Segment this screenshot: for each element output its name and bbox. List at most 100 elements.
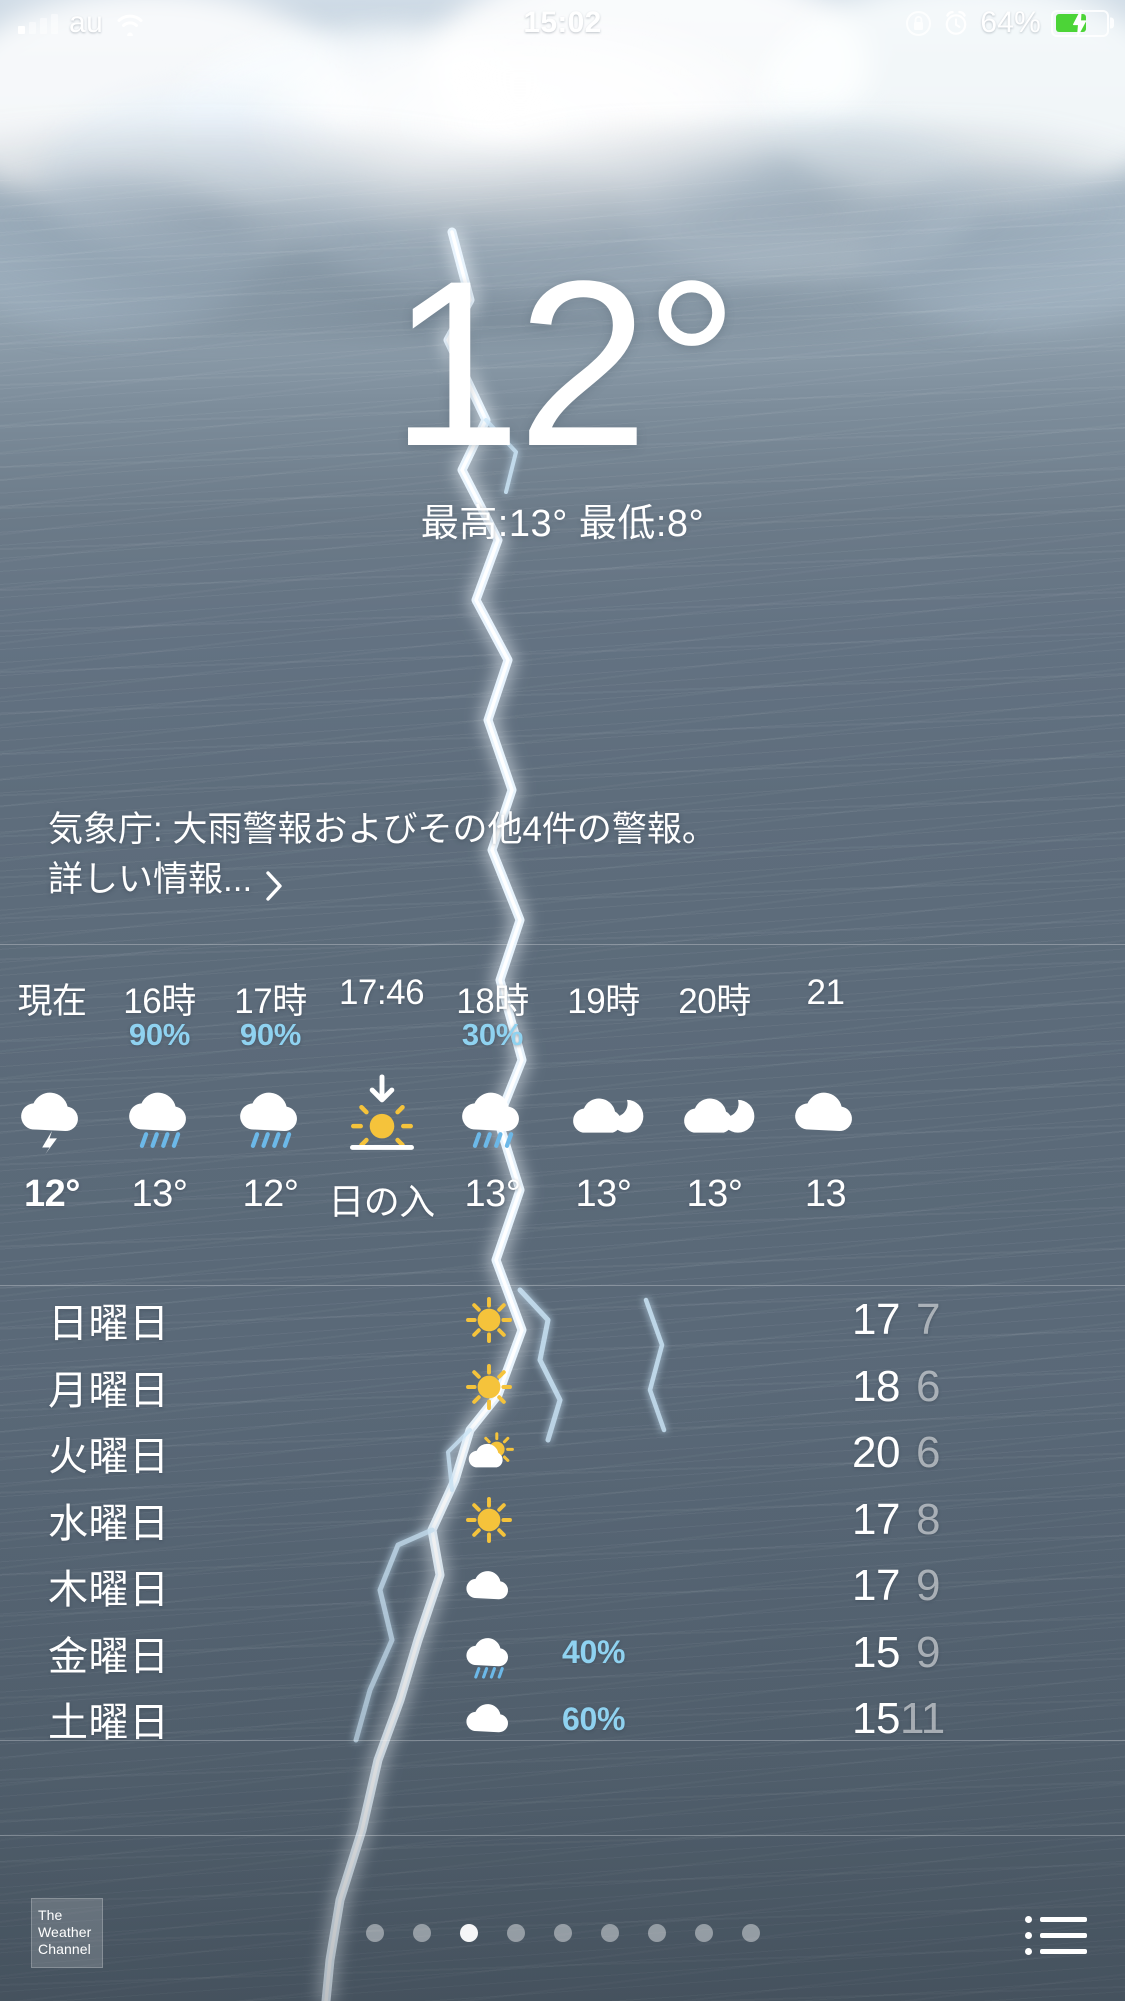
day-high-label: 15 — [852, 1694, 900, 1744]
sunny-icon — [430, 1357, 548, 1417]
daily-forecast-row[interactable]: 日曜日 17 7 — [0, 1287, 1125, 1354]
hourly-precip-label: 90% — [239, 1017, 302, 1052]
day-name-label: 日曜日 — [48, 1302, 170, 1347]
carrier-label: au — [69, 6, 104, 39]
day-low-label: 9 — [916, 1627, 940, 1677]
hourly-precip-label: 90% — [128, 1017, 191, 1052]
hourly-precip-label: 30% — [461, 1017, 524, 1052]
hourly-item[interactable]: 17時 90% 12° — [215, 944, 326, 1216]
hourly-temp-label: 12° — [24, 1173, 80, 1215]
divider — [0, 1835, 1125, 1836]
day-low-label: 9 — [916, 1561, 940, 1611]
hourly-temp-label: 13° — [686, 1173, 743, 1215]
hourly-item[interactable]: 20時 13° — [659, 944, 770, 1216]
alarm-clock-icon — [942, 9, 970, 37]
rain-icon — [437, 1059, 548, 1167]
high-low-label: 最高:13° 最低:8° — [420, 503, 705, 546]
day-high-label: 18 — [852, 1361, 900, 1411]
hourly-time-label: 19時 — [567, 982, 640, 1021]
cloud-icon — [430, 1556, 548, 1616]
daily-forecast-list[interactable]: 日曜日 17 7 月曜日 18 6 火曜日 20 6 水曜日 17 8 木曜日 17 9 金曜日 40% 15 9 土… — [0, 1287, 1125, 1745]
hourly-forecast-strip[interactable]: 現在 12° 16時 90% 13° 17時 90% 12° 17:46 日の入 18時 30% 13°… — [0, 944, 1125, 1285]
hourly-precip-label — [659, 1017, 770, 1059]
day-low-label: 11 — [900, 1694, 945, 1744]
hourly-item[interactable]: 現在 12° — [0, 944, 104, 1216]
day-high-label: 15 — [852, 1627, 900, 1677]
hourly-temp-label: 13° — [575, 1173, 632, 1215]
day-name-label: 金曜日 — [48, 1634, 170, 1679]
daily-forecast-row[interactable]: 月曜日 18 6 — [0, 1354, 1125, 1421]
hourly-item[interactable]: 17:46 日の入 — [326, 944, 437, 1225]
page-dot[interactable] — [459, 1924, 478, 1942]
hourly-precip-label — [0, 1017, 104, 1059]
alert-more-label: 詳しい情報... — [48, 859, 253, 899]
sunny-icon — [430, 1290, 548, 1350]
day-low-label: 6 — [916, 1361, 940, 1411]
sunset-icon — [326, 1059, 437, 1167]
divider — [0, 1285, 1125, 1286]
thunderstorm-icon — [0, 1059, 104, 1167]
day-name-label: 木曜日 — [48, 1568, 170, 1613]
hourly-item[interactable]: 19時 13° — [548, 944, 659, 1216]
page-dot[interactable] — [647, 1924, 666, 1942]
current-temperature: 12° — [390, 232, 739, 496]
status-bar: au 15:02 64% — [0, 0, 1125, 46]
hourly-temp-label: 12° — [242, 1173, 299, 1215]
hourly-item[interactable]: 16時 90% 13° — [104, 944, 215, 1216]
page-indicator[interactable] — [365, 1924, 760, 1942]
current-conditions: 12° 最高:13° 最低:8° — [0, 232, 1125, 547]
cloud-icon — [770, 1059, 881, 1167]
hourly-temp-label: 日の入 — [328, 1181, 435, 1222]
hourly-temp-label: 13 — [804, 1173, 847, 1215]
page-dot[interactable] — [412, 1924, 431, 1942]
weather-alert[interactable]: 気象庁: 大雨警報およびその他4件の警報。 詳しい情報... — [48, 805, 1085, 904]
page-dot[interactable] — [694, 1924, 713, 1942]
page-dot[interactable] — [741, 1924, 760, 1942]
day-high-label: 20 — [852, 1428, 900, 1478]
partly-cloudy-night-icon — [659, 1059, 770, 1167]
hourly-time-label: 17:46 — [338, 973, 425, 1012]
day-low-label: 7 — [916, 1295, 940, 1345]
daily-forecast-row[interactable]: 金曜日 40% 15 9 — [0, 1620, 1125, 1687]
signal-bars-icon — [18, 12, 58, 34]
page-dot[interactable] — [365, 1924, 384, 1942]
daily-forecast-row[interactable]: 火曜日 20 6 — [0, 1420, 1125, 1487]
chevron-right-icon — [266, 865, 283, 901]
daily-forecast-row[interactable]: 木曜日 17 9 — [0, 1553, 1125, 1620]
page-dot[interactable] — [553, 1924, 572, 1942]
rain-icon — [430, 1623, 548, 1683]
hourly-time-label: 現在 — [17, 982, 87, 1021]
page-dot[interactable] — [506, 1924, 525, 1942]
logo-line-2: Weather — [38, 1924, 92, 1941]
day-name-label: 月曜日 — [48, 1368, 170, 1413]
hourly-precip-label — [548, 1017, 659, 1059]
day-high-label: 17 — [852, 1494, 900, 1544]
bottom-bar: The Weather Channel — [0, 1838, 1125, 2001]
page-dot[interactable] — [600, 1924, 619, 1942]
list-icon[interactable] — [1025, 1916, 1087, 1955]
alert-more-link[interactable]: 詳しい情報... — [48, 855, 1085, 905]
partly-cloudy-night-icon — [548, 1059, 659, 1167]
day-name-label: 水曜日 — [48, 1501, 170, 1546]
hourly-temp-label: 13° — [131, 1173, 188, 1215]
hourly-item[interactable]: 21 13 — [770, 944, 881, 1216]
alert-headline: 気象庁: 大雨警報およびその他4件の警報。 — [48, 810, 717, 849]
daily-forecast-row[interactable]: 水曜日 17 8 — [0, 1487, 1125, 1554]
hourly-time-label: 21 — [806, 973, 845, 1012]
hourly-time-label: 16時 — [123, 982, 196, 1021]
hourly-time-label: 17時 — [234, 982, 307, 1021]
day-high-label: 17 — [852, 1561, 900, 1611]
hourly-precip-label — [326, 1017, 437, 1059]
daily-forecast-row[interactable]: 土曜日 60% 15 11 — [0, 1686, 1125, 1753]
weather-channel-logo: The Weather Channel — [31, 1898, 103, 1968]
day-precip-label: 60% — [562, 1700, 626, 1737]
logo-line-1: The — [38, 1907, 63, 1923]
hourly-precip-label — [770, 1017, 881, 1059]
hourly-item[interactable]: 18時 30% 13° — [437, 944, 548, 1216]
day-precip-label: 40% — [562, 1634, 626, 1671]
hourly-temp-label: 13° — [464, 1173, 521, 1215]
rain-icon — [215, 1059, 326, 1167]
wifi-icon — [114, 11, 146, 39]
battery-charging-icon — [1051, 9, 1109, 37]
partly-cloudy-icon — [430, 1423, 548, 1483]
